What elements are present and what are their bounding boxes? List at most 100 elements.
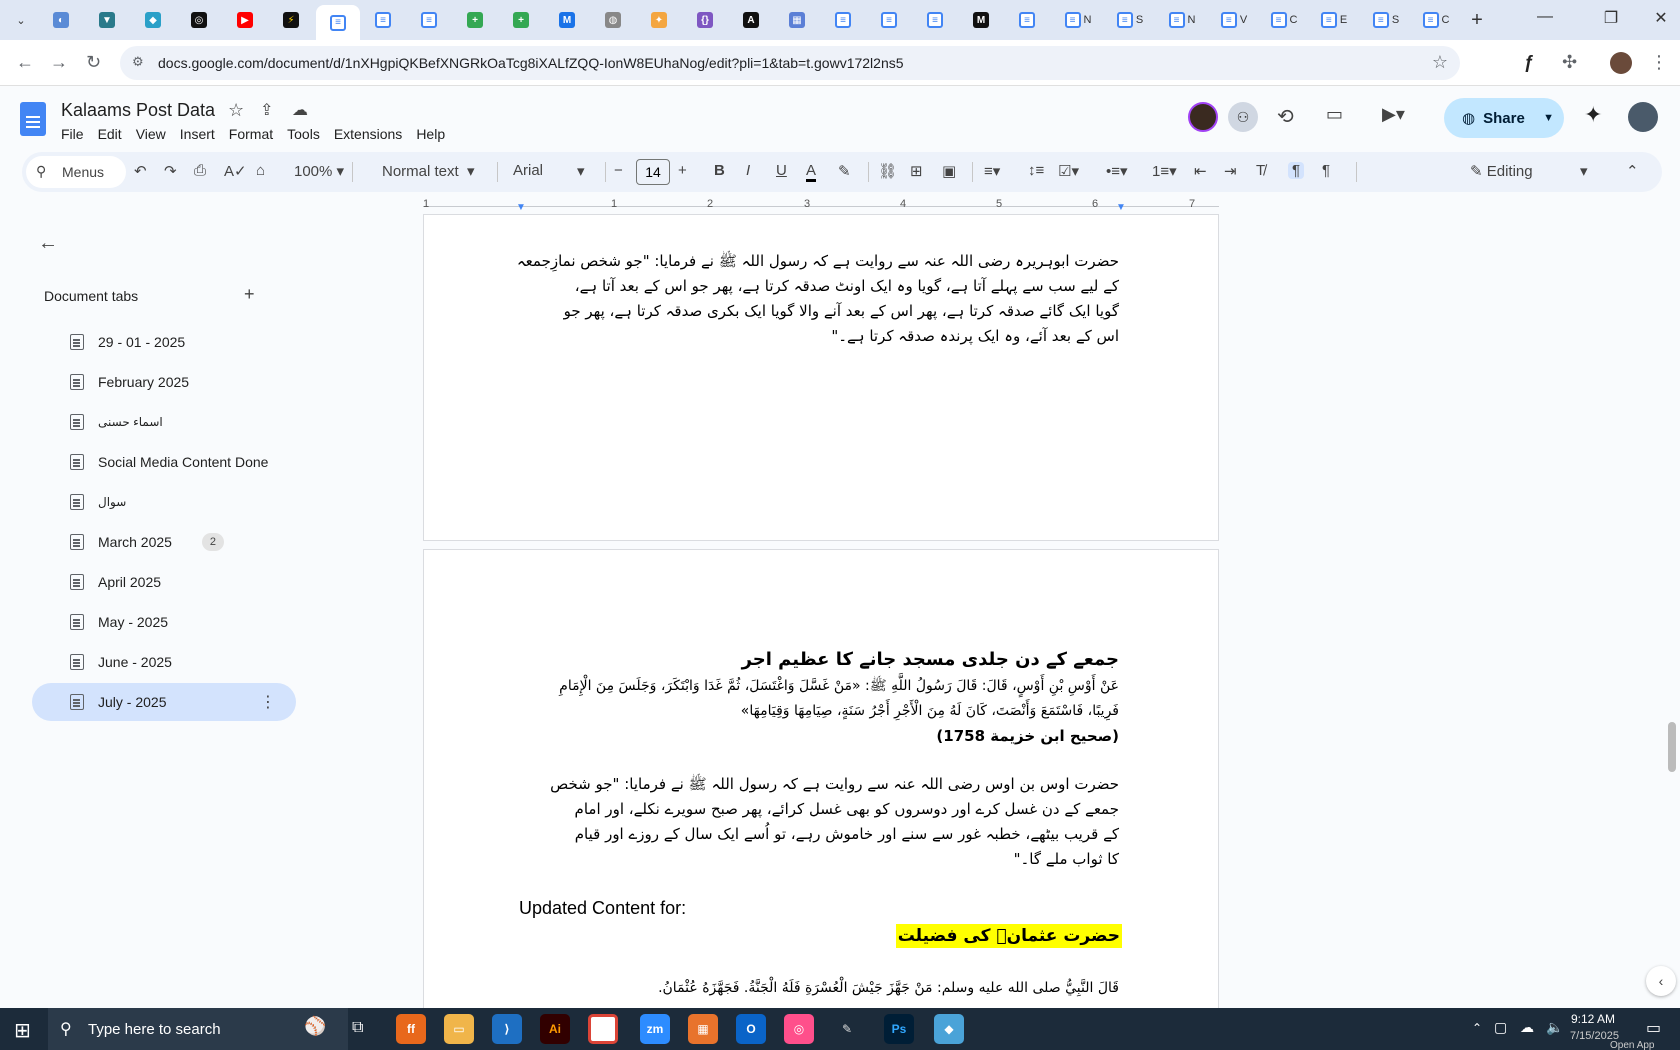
highlight-icon[interactable]: ✎ [838,162,851,180]
tab-options-icon[interactable]: ⋮ [260,692,276,712]
meet-presence-icon[interactable]: ⚇ [1228,102,1258,132]
tab-favicon-15[interactable]: {} [688,6,722,34]
windows-start-icon[interactable]: ⊞ [14,1018,31,1043]
user-avatar[interactable] [1628,102,1658,132]
back-icon[interactable]: ← [16,52,34,73]
image-icon[interactable]: ▣ [942,162,956,180]
left-indent-marker[interactable]: ▼ [516,202,526,213]
extensions-puzzle-icon[interactable]: ✣ [1562,52,1577,73]
task-view-icon[interactable]: ⧉ [352,1019,363,1037]
tab-docs-s1[interactable]: ≡ S [1108,6,1152,34]
menu-view[interactable]: View [136,126,174,142]
sidebar-tab-9[interactable]: July - 2025 ⋮ [32,683,296,721]
extension-f-icon[interactable]: ƒ [1524,52,1534,73]
collapse-toolbar-icon[interactable]: ⌃ [1626,162,1639,180]
share-button[interactable]: ◍ Share ▼ [1444,98,1564,138]
tab-youtube-icon[interactable]: ▶ [228,6,262,34]
version-history-icon[interactable]: ⟲ [1277,104,1294,129]
add-tab-icon[interactable]: + [244,284,255,305]
tab-favicon-14[interactable]: ✦ [642,6,676,34]
numbered-list-icon[interactable]: 1≡▾ [1152,162,1177,180]
sidebar-tab-7[interactable]: May - 2025 [32,603,296,641]
omnibox[interactable]: ⚙ docs.google.com/document/d/1nXHgpiQKBe… [120,46,1460,80]
font-dropdown-icon[interactable]: ▾ [577,162,585,180]
tab-favicon-6[interactable]: ⚡ [274,6,308,34]
tab-docs-7[interactable]: ≡ [1010,6,1044,34]
illustrator-icon[interactable]: Ai [540,1014,570,1044]
network-icon[interactable]: ▢ [1494,1019,1507,1036]
menu-file[interactable]: File [61,126,92,142]
tab-docs-4[interactable]: ≡ [826,6,860,34]
sidebar-tab-0[interactable]: 29 - 01 - 2025 [32,323,296,361]
bookmark-star-icon[interactable]: ☆ [1432,52,1448,73]
tab-favicon-4[interactable]: ◎ [182,6,216,34]
tab-favicon-2[interactable]: ▼ [90,6,124,34]
new-tab-icon[interactable]: + [1460,6,1494,34]
zoom-icon[interactable]: zm [640,1014,670,1044]
tab-docs-active[interactable]: ≡ [316,5,360,40]
chrome-icon[interactable] [588,1014,618,1044]
increase-indent-icon[interactable]: ⇥ [1224,162,1237,180]
meet-video-icon[interactable]: ▶▾ [1382,104,1405,125]
menu-edit[interactable]: Edit [98,126,130,142]
sidebar-tab-3[interactable]: Social Media Content Done [32,443,296,481]
creative-app-icon[interactable]: ◎ [784,1014,814,1044]
tab-favicon-12[interactable]: M [550,6,584,34]
increase-font-size-icon[interactable]: + [678,162,687,179]
browser-menu-icon[interactable]: ⋮ [1650,52,1668,73]
back-arrow-icon[interactable]: ← [38,232,58,255]
menu-tools[interactable]: Tools [287,126,328,142]
redo-icon[interactable]: ↷ [164,162,177,180]
link-icon[interactable]: ⛓ [878,162,897,180]
italic-icon[interactable]: I [746,162,750,179]
page2-last-line[interactable]: قَالَ النَّبِيُّ صلى الله عليه وسلم: مَن… [519,976,1119,1001]
right-indent-marker[interactable]: ▼ [1116,202,1126,213]
sidebar-tab-1[interactable]: February 2025 [32,363,296,401]
close-icon[interactable]: ✕ [1646,8,1676,28]
bulleted-list-icon[interactable]: •≡▾ [1106,162,1128,180]
sidebar-tab-2[interactable]: اسماء حسنی [32,403,296,441]
side-panel-toggle-icon[interactable]: ‹ [1646,966,1676,996]
photoshop-icon[interactable]: Ps [884,1014,914,1044]
menu-extensions[interactable]: Extensions [334,126,410,142]
line-spacing-icon[interactable]: ↕≡ [1028,162,1044,179]
cloud-status-icon[interactable]: ☁ [292,100,308,120]
style-select[interactable]: Normal text ▾ [382,162,475,180]
decrease-font-size-icon[interactable]: − [614,162,623,179]
app-diamond-icon[interactable]: ◆ [934,1014,964,1044]
page1-paragraph[interactable]: حضرت ابوہریرہ رضی اللہ عنہ سے روایت ہے ک… [517,249,1119,349]
menu-format[interactable]: Format [229,126,281,142]
font-size-input[interactable]: 14 [636,159,670,185]
updated-content-label[interactable]: Updated Content for: [519,898,686,919]
tab-search-icon[interactable]: ⌄ [4,6,38,34]
text-color-icon[interactable]: A [806,162,817,182]
bold-icon[interactable]: B [714,162,725,179]
sidebar-tab-5[interactable]: March 2025 2 [32,523,296,561]
font-select[interactable]: Arial [513,162,543,179]
page2-heading[interactable]: جمعے کے دن جلدی مسجد جانے کا عظیم اجر [519,647,1119,672]
tab-docs-c1[interactable]: ≡ C [1262,6,1306,34]
tab-docs-n1[interactable]: ≡ N [1056,6,1100,34]
tab-favicon-17[interactable]: ▦ [780,6,814,34]
checklist-icon[interactable]: ☑▾ [1058,162,1079,180]
menu-insert[interactable]: Insert [180,126,223,142]
clear-formatting-icon[interactable]: T̸ [1256,162,1265,179]
vertical-scrollbar-thumb[interactable] [1668,722,1676,772]
zoom-select[interactable]: 100% ▾ [294,162,344,180]
sidebar-tab-6[interactable]: April 2025 [32,563,296,601]
page2-urdu-translation[interactable]: حضرت اوس بن اوس رضی اللہ عنہ سے روایت ہے… [519,772,1119,872]
pen-tool-icon[interactable]: ✎ [832,1014,862,1044]
underline-icon[interactable]: U [776,162,787,179]
tab-favicon-1[interactable]: ◐ [44,6,78,34]
decrease-indent-icon[interactable]: ⇤ [1194,162,1207,180]
file-explorer-icon[interactable]: ▭ [444,1014,474,1044]
reload-icon[interactable]: ↻ [86,52,101,73]
ltr-direction-icon[interactable]: ¶ [1288,162,1305,179]
vscode-icon[interactable]: ⟩ [492,1014,522,1044]
docs-logo-icon[interactable] [20,102,46,136]
highlighted-heading[interactable]: حضرت عثمانؓ کی فضیلت [895,924,1122,948]
tab-sheets-1[interactable]: + [458,6,492,34]
undo-icon[interactable]: ↶ [134,162,147,180]
tab-favicon-16[interactable]: A [734,6,768,34]
app-icon[interactable]: ▦ [688,1014,718,1044]
